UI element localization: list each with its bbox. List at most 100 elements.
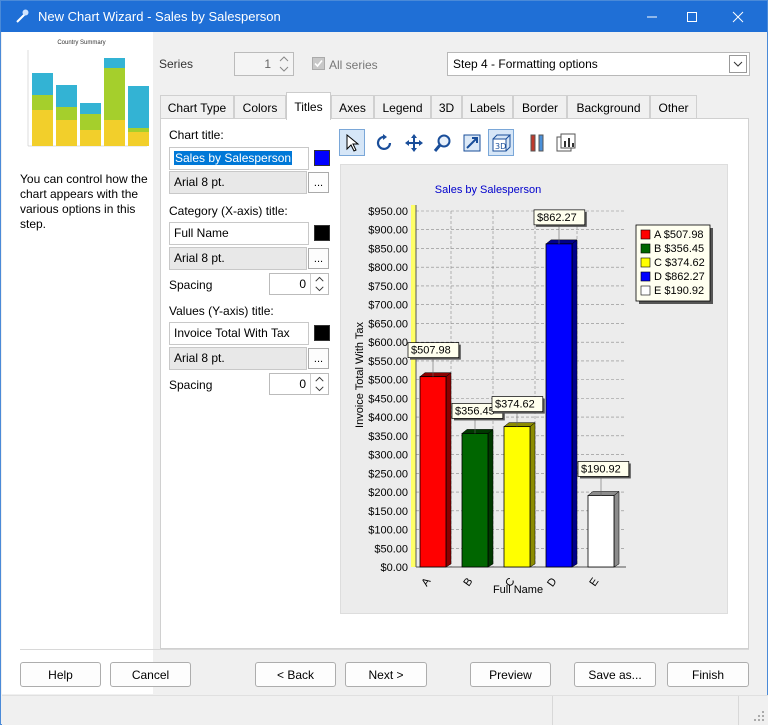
y-tick-label: $350.00 bbox=[368, 431, 408, 443]
tab-axes[interactable]: Axes bbox=[331, 95, 374, 119]
category-title-label: Category (X-axis) title: bbox=[169, 204, 288, 218]
3d-box-icon: 3D bbox=[492, 134, 511, 151]
chart-title-input[interactable]: Sales by Salesperson bbox=[169, 147, 309, 170]
properties-tool-button[interactable] bbox=[524, 129, 550, 156]
bar-top bbox=[419, 372, 452, 377]
tab-chart-type[interactable]: Chart Type bbox=[160, 95, 234, 119]
bar bbox=[419, 376, 447, 568]
x-tick-label: B bbox=[461, 576, 475, 589]
x-tick-label: D bbox=[545, 576, 559, 589]
bar-chart: Sales by Salesperson $0.00$50.00$100.00$… bbox=[354, 184, 713, 596]
tab-legend[interactable]: Legend bbox=[374, 95, 431, 119]
chart-legend: A $507.98 B $356.45 C $374.62 D $862.27 E $1… bbox=[635, 224, 713, 304]
legend-entry: D $862.27 bbox=[654, 271, 705, 283]
bar-top bbox=[503, 422, 536, 427]
y-tick-label: $950.00 bbox=[368, 206, 408, 218]
move-tool-button[interactable] bbox=[401, 129, 427, 156]
chart-title-font-button[interactable]: ... bbox=[308, 172, 329, 193]
y-tick-label: $250.00 bbox=[368, 468, 408, 480]
y-tick-label: $650.00 bbox=[368, 318, 408, 330]
legend-entry: B $356.45 bbox=[654, 243, 704, 255]
legend-swatch bbox=[640, 285, 651, 296]
help-button[interactable]: Help bbox=[20, 662, 101, 687]
x-tick-label: E bbox=[587, 576, 601, 589]
tab-other[interactable]: Other bbox=[650, 95, 697, 119]
category-title-input[interactable]: Full Name bbox=[169, 222, 309, 245]
resize-grip-icon[interactable] bbox=[753, 710, 765, 722]
next-button[interactable]: Next > bbox=[345, 662, 427, 687]
maximize-button[interactable] bbox=[669, 1, 715, 32]
category-spacing-input[interactable]: 0 bbox=[269, 273, 329, 295]
data-grid-tool-button[interactable] bbox=[553, 129, 579, 156]
legend-swatch bbox=[640, 257, 651, 268]
save-as-button[interactable]: Save as... bbox=[574, 662, 656, 687]
spinner-arrows-icon bbox=[310, 374, 324, 394]
cancel-button[interactable]: Cancel bbox=[110, 662, 191, 687]
tab-background[interactable]: Background bbox=[567, 95, 650, 119]
tab-labels[interactable]: Labels bbox=[462, 95, 513, 119]
y-axis-title: Invoice Total With Tax bbox=[354, 322, 366, 428]
category-title-font-button[interactable]: ... bbox=[308, 248, 329, 269]
zoom-tool-button[interactable] bbox=[430, 129, 456, 156]
bar bbox=[587, 495, 615, 568]
legend-entry: A $507.98 bbox=[654, 229, 704, 241]
rotate-tool-button[interactable] bbox=[372, 129, 398, 156]
y-tick-label: $700.00 bbox=[368, 300, 408, 312]
y-tick-label: $750.00 bbox=[368, 281, 408, 293]
y-tick-label: $550.00 bbox=[368, 356, 408, 368]
values-spacing-value: 0 bbox=[299, 377, 306, 391]
series-label: Series bbox=[159, 57, 194, 71]
wizard-window: New Chart Wizard - Sales by Salesperson … bbox=[0, 0, 768, 725]
legend-entry: C $374.62 bbox=[654, 257, 705, 269]
chart-title-font-field: Arial 8 pt. bbox=[169, 171, 307, 194]
zoom-box-tool-button[interactable] bbox=[459, 129, 485, 156]
tab-border[interactable]: Border bbox=[513, 95, 567, 119]
pointer-icon bbox=[346, 133, 360, 152]
y-tick-label: $450.00 bbox=[368, 393, 408, 405]
close-button[interactable] bbox=[715, 1, 761, 32]
category-title-color-swatch[interactable] bbox=[314, 225, 330, 241]
back-button[interactable]: < Back bbox=[255, 662, 336, 687]
select-tool-button[interactable] bbox=[339, 129, 365, 156]
values-title-input[interactable]: Invoice Total With Tax bbox=[169, 322, 309, 345]
values-spacing-label: Spacing bbox=[169, 378, 213, 392]
window-title: New Chart Wizard - Sales by Salesperson bbox=[38, 9, 281, 24]
step-select-arrow[interactable] bbox=[729, 55, 747, 73]
values-title-color-swatch[interactable] bbox=[314, 325, 330, 341]
step-select[interactable]: Step 4 - Formatting options bbox=[447, 52, 750, 76]
x-tick-label: A bbox=[419, 575, 433, 588]
bar-top bbox=[545, 239, 578, 245]
3d-view-button[interactable]: 3D bbox=[488, 129, 514, 156]
sidebar: Country Summary You can control how the … bbox=[2, 32, 153, 694]
y-tick-label: $600.00 bbox=[368, 337, 408, 349]
all-series-checkbox[interactable] bbox=[312, 57, 325, 70]
step-help-text: You can control how the chart appears wi… bbox=[20, 172, 148, 231]
data-label: $190.92 bbox=[581, 463, 621, 475]
values-spacing-input[interactable]: 0 bbox=[269, 373, 329, 395]
bar bbox=[461, 433, 489, 568]
series-spinner[interactable]: 1 bbox=[234, 52, 294, 76]
spinner-arrows-icon bbox=[310, 274, 324, 294]
x-axis-title: Full Name bbox=[493, 584, 543, 596]
category-spacing-label: Spacing bbox=[169, 278, 213, 292]
chart-thumbnail: Country Summary bbox=[12, 40, 151, 154]
bar-side bbox=[613, 490, 620, 568]
bar-side bbox=[487, 428, 494, 568]
y-tick-label: $400.00 bbox=[368, 412, 408, 424]
finish-button[interactable]: Finish bbox=[667, 662, 749, 687]
step-select-value: Step 4 - Formatting options bbox=[453, 57, 598, 71]
tab-titles[interactable]: Titles bbox=[286, 92, 331, 120]
tab-3d[interactable]: 3D bbox=[431, 95, 462, 119]
minimize-icon bbox=[647, 16, 657, 17]
values-title-font-field: Arial 8 pt. bbox=[169, 347, 307, 370]
preview-button[interactable]: Preview bbox=[470, 662, 551, 687]
title-bar: New Chart Wizard - Sales by Salesperson bbox=[1, 1, 767, 32]
category-title-font-field: Arial 8 pt. bbox=[169, 247, 307, 270]
chart-title-color-swatch[interactable] bbox=[314, 150, 330, 166]
tab-colors[interactable]: Colors bbox=[234, 95, 286, 119]
data-label: $862.27 bbox=[537, 212, 577, 224]
move-icon bbox=[405, 133, 423, 152]
y-tick-label: $800.00 bbox=[368, 262, 408, 274]
values-title-font-button[interactable]: ... bbox=[308, 348, 329, 369]
svg-text:3D: 3D bbox=[495, 142, 506, 151]
